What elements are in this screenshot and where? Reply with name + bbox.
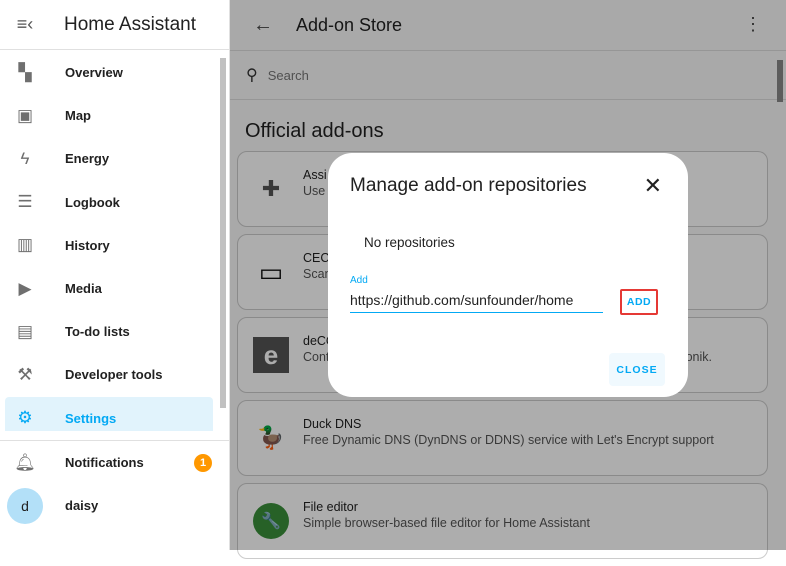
- dashboard-icon: ▚: [18, 62, 32, 82]
- sidebar-item-label: Notifications: [65, 455, 144, 471]
- sidebar-item-to-do-lists[interactable]: ▤ To-do lists: [5, 310, 213, 353]
- notification-badge: 1: [194, 453, 212, 472]
- sidebar-nav: ▚ Overview ▣ Map ϟ Energy ☰ Logbook ▥ History ▶ Med…: [0, 51, 218, 431]
- sidebar-item-history[interactable]: ▥ History: [5, 224, 213, 267]
- sidebar-item-label: Developer tools: [65, 367, 163, 383]
- sidebar-item-label: Energy: [65, 151, 110, 167]
- map-person-icon: ▣: [16, 105, 34, 125]
- lightning-icon: ϟ: [20, 148, 30, 168]
- sidebar: ≡‹ Home Assistant ▚ Overview ▣ Map ϟ Energy ☰ L…: [0, 0, 230, 550]
- avatar: d: [7, 487, 43, 524]
- menu-collapse-icon[interactable]: ≡‹: [0, 14, 50, 35]
- sidebar-item-settings[interactable]: ⚙ Settings: [5, 396, 213, 431]
- dialog-title: Manage add-on repositories: [350, 175, 587, 196]
- sidebar-item-label: Media: [65, 281, 102, 297]
- repository-url-input[interactable]: [350, 290, 603, 313]
- sidebar-item-map[interactable]: ▣ Map: [5, 94, 213, 137]
- sidebar-item-logbook[interactable]: ☰ Logbook: [5, 181, 213, 224]
- sidebar-item-label: Map: [65, 108, 91, 124]
- repository-field-label: Add: [350, 275, 368, 286]
- sidebar-item-user[interactable]: d daisy: [0, 484, 229, 527]
- sidebar-header: ≡‹ Home Assistant: [0, 0, 229, 50]
- sidebar-footer: 🔔︎ Notifications 1 d daisy: [0, 440, 229, 527]
- add-repository-button[interactable]: ADD: [620, 289, 658, 315]
- sidebar-item-label: Logbook: [65, 194, 120, 210]
- sidebar-item-energy[interactable]: ϟ Energy: [5, 137, 213, 180]
- sidebar-item-notifications[interactable]: 🔔︎ Notifications 1: [5, 441, 224, 484]
- list-icon: ☰: [17, 192, 33, 212]
- bell-icon: 🔔︎: [14, 452, 36, 472]
- sidebar-item-developer-tools[interactable]: ⚒ Developer tools: [5, 353, 213, 396]
- user-name: daisy: [65, 498, 99, 514]
- chart-icon: ▥: [16, 235, 34, 255]
- sidebar-item-media[interactable]: ▶ Media: [5, 267, 213, 310]
- close-button[interactable]: CLOSE: [609, 353, 665, 386]
- sidebar-item-overview[interactable]: ▚ Overview: [5, 51, 213, 94]
- close-icon[interactable]: ✕: [644, 173, 662, 199]
- manage-repositories-dialog: Manage add-on repositories ✕ No reposito…: [328, 153, 688, 397]
- hammer-icon: ⚒: [17, 364, 33, 384]
- app-title: Home Assistant: [64, 13, 196, 35]
- clipboard-list-icon: ▤: [16, 321, 34, 341]
- sidebar-item-label: To-do lists: [65, 324, 130, 340]
- sidebar-scrollbar[interactable]: [220, 58, 226, 408]
- empty-message: No repositories: [364, 235, 455, 250]
- sidebar-item-label: Overview: [65, 65, 123, 81]
- play-icon: ▶: [18, 278, 32, 298]
- sidebar-item-label: Settings: [65, 410, 117, 426]
- sidebar-item-label: History: [65, 237, 110, 253]
- gear-icon: ⚙: [17, 408, 33, 428]
